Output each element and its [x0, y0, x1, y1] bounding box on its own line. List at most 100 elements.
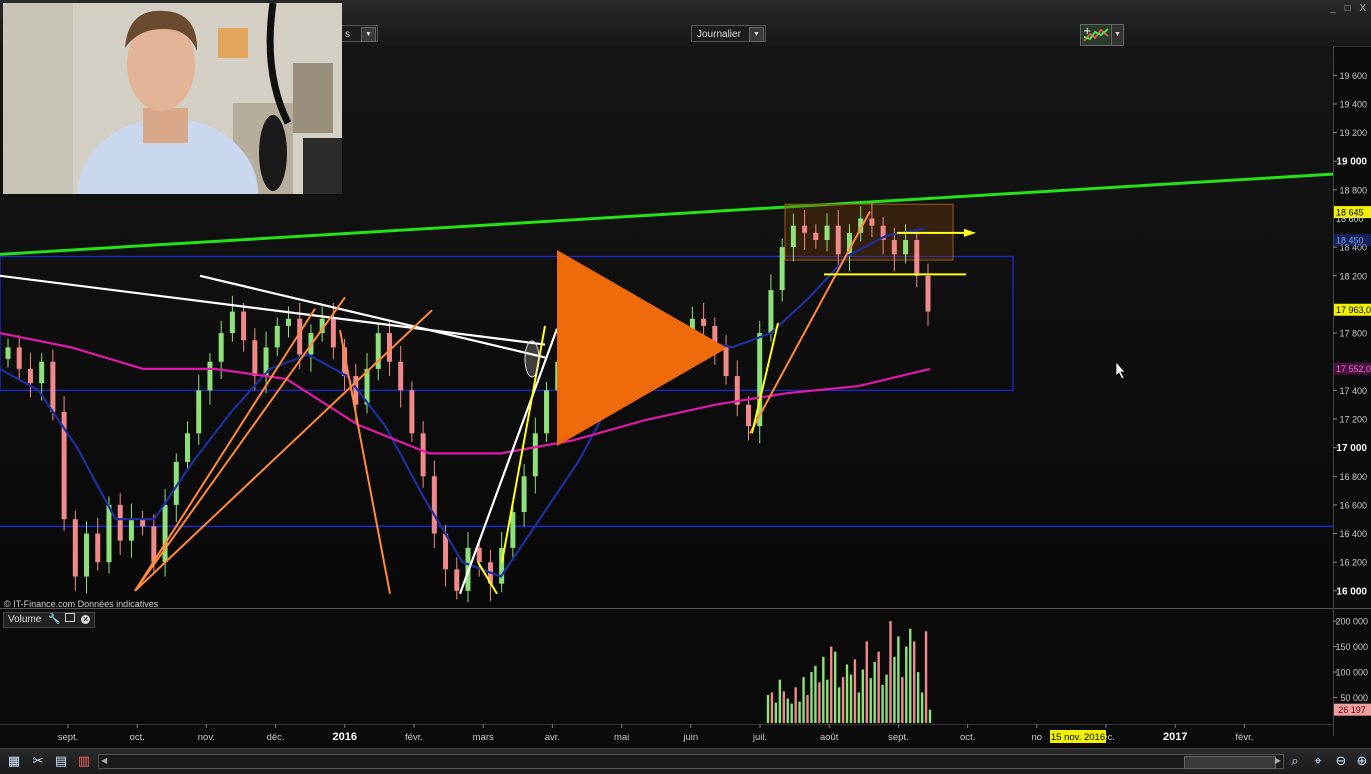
y-tick-label: 17 000: [1336, 443, 1367, 454]
candle-body: [476, 547, 482, 563]
scroll-left-icon[interactable]: ◀: [101, 756, 107, 765]
candles-icon[interactable]: ▥: [76, 753, 92, 769]
indicator-menu-arrow[interactable]: ▼: [1111, 24, 1124, 46]
volume-bar: [885, 674, 888, 723]
candle-body: [420, 433, 426, 477]
volume-bar: [782, 691, 786, 723]
volume-tick-label: 50 000: [1340, 693, 1368, 703]
candle-body: [229, 311, 235, 334]
zoom-fit-icon[interactable]: ⌖: [1310, 753, 1326, 769]
candle-body: [891, 240, 897, 255]
x-tick-label: févr.: [1235, 732, 1253, 743]
webcam-overlay: [3, 3, 342, 194]
candle-body: [106, 504, 112, 563]
candle-body: [117, 504, 123, 541]
volume-bar: [802, 677, 805, 723]
candle-body: [779, 247, 785, 291]
volume-bar: [818, 682, 821, 723]
candle-body: [241, 311, 247, 341]
volume-bar: [810, 672, 813, 723]
volume-panel-header: Volume 🔧 ✕: [3, 612, 96, 628]
volume-bar: [928, 709, 932, 723]
volume-bar: [889, 621, 892, 723]
candle-body: [869, 218, 875, 226]
candle-body: [532, 433, 538, 477]
x-tick-label: déc.: [267, 732, 285, 743]
volume-tick-label: 150 000: [1335, 642, 1368, 652]
chevron-down-icon: ▼: [361, 27, 376, 42]
volume-bar: [873, 661, 876, 723]
candle-body: [218, 333, 224, 362]
volume-bar: [814, 665, 817, 723]
x-tick-label: oct.: [960, 732, 975, 743]
x-tick-label: août: [820, 732, 839, 743]
volume-bar: [905, 646, 908, 723]
scroll-thumb[interactable]: [1184, 756, 1276, 769]
y-tick-label: 16 000: [1336, 586, 1367, 597]
volume-bar: [845, 664, 849, 723]
y-tick-label: 18 200: [1339, 271, 1367, 281]
volume-panel-label: Volume: [8, 614, 42, 625]
candle-body: [162, 504, 168, 563]
presenter-video: [3, 3, 342, 194]
y-tick-label: 19 000: [1336, 157, 1367, 168]
candle-body: [768, 290, 774, 334]
candle-body: [454, 569, 460, 591]
y-tick-label: 17 800: [1339, 329, 1367, 339]
candle-body: [252, 340, 258, 377]
candle-body: [790, 225, 796, 248]
timeframe-select-value: Journalier: [697, 29, 741, 40]
volume-bar: [920, 692, 924, 723]
add-indicator-button[interactable]: +: [1080, 24, 1112, 46]
candle-body: [835, 225, 841, 255]
volume-last-label: 26 197: [1338, 705, 1366, 715]
volume-bar: [865, 641, 868, 723]
x-tick-label: sept.: [888, 732, 909, 743]
volume-tick-label: 200 000: [1335, 617, 1368, 627]
volume-tick-label: 100 000: [1335, 668, 1368, 678]
x-tick-label: oct.: [130, 732, 145, 743]
scroll-right-icon[interactable]: ▶: [1275, 756, 1281, 765]
zoom-in-icon[interactable]: ⊕: [1354, 753, 1370, 769]
volume-bar: [826, 679, 829, 723]
candle-body: [544, 390, 550, 434]
zoom-out-icon[interactable]: ⊖: [1333, 753, 1349, 769]
x-tick-label: 2017: [1163, 731, 1187, 743]
x-tick-label: mai: [614, 732, 629, 743]
candle-body: [185, 433, 191, 462]
candle-body: [16, 347, 22, 369]
calendar-icon[interactable]: ▦: [6, 753, 22, 769]
volume-bar: [877, 651, 880, 723]
zoom-chart-icon[interactable]: ⌕: [1287, 753, 1303, 769]
y-tick-label: 16 400: [1339, 529, 1367, 539]
x-tick-label: sept.: [58, 732, 79, 743]
bottom-toolbar: ▦ ✂ ▤ ▥ ◀ ▶ ⌕ ⌖ ⊖ ⊕: [0, 748, 1371, 774]
close-icon[interactable]: ✕: [81, 615, 91, 624]
highlight-ellipse: [524, 340, 540, 378]
candle-body: [95, 533, 101, 563]
candle-body: [398, 361, 404, 391]
y-tick-label: 19 600: [1339, 71, 1367, 81]
volume-bar: [849, 674, 853, 723]
volume-area: [0, 609, 1333, 724]
volume-bar: [790, 703, 793, 723]
grid-icon[interactable]: ▤: [53, 753, 69, 769]
volume-bar: [909, 628, 912, 723]
y-tick-label: 19 200: [1339, 128, 1367, 138]
volume-bar: [841, 677, 845, 723]
price-tag-label: 18 450: [1336, 236, 1364, 246]
cursor-date-label: 15 nov. 2016: [1051, 732, 1105, 743]
volume-bar: [822, 656, 825, 723]
play-button[interactable]: [557, 250, 727, 446]
candle-body: [72, 519, 78, 577]
window-icon[interactable]: [65, 613, 76, 622]
scissors-icon[interactable]: ✂: [30, 753, 46, 769]
time-scrollbar[interactable]: ◀ ▶: [98, 754, 1284, 769]
timeframe-select[interactable]: Journalier ▼: [691, 25, 766, 42]
period-select[interactable]: s ▼: [339, 25, 378, 42]
volume-bar: [916, 672, 920, 723]
svg-text:+: +: [1083, 26, 1091, 37]
window-controls[interactable]: _ □ X: [1330, 3, 1369, 14]
volume-bar: [774, 702, 778, 723]
wrench-icon[interactable]: 🔧: [48, 614, 60, 625]
